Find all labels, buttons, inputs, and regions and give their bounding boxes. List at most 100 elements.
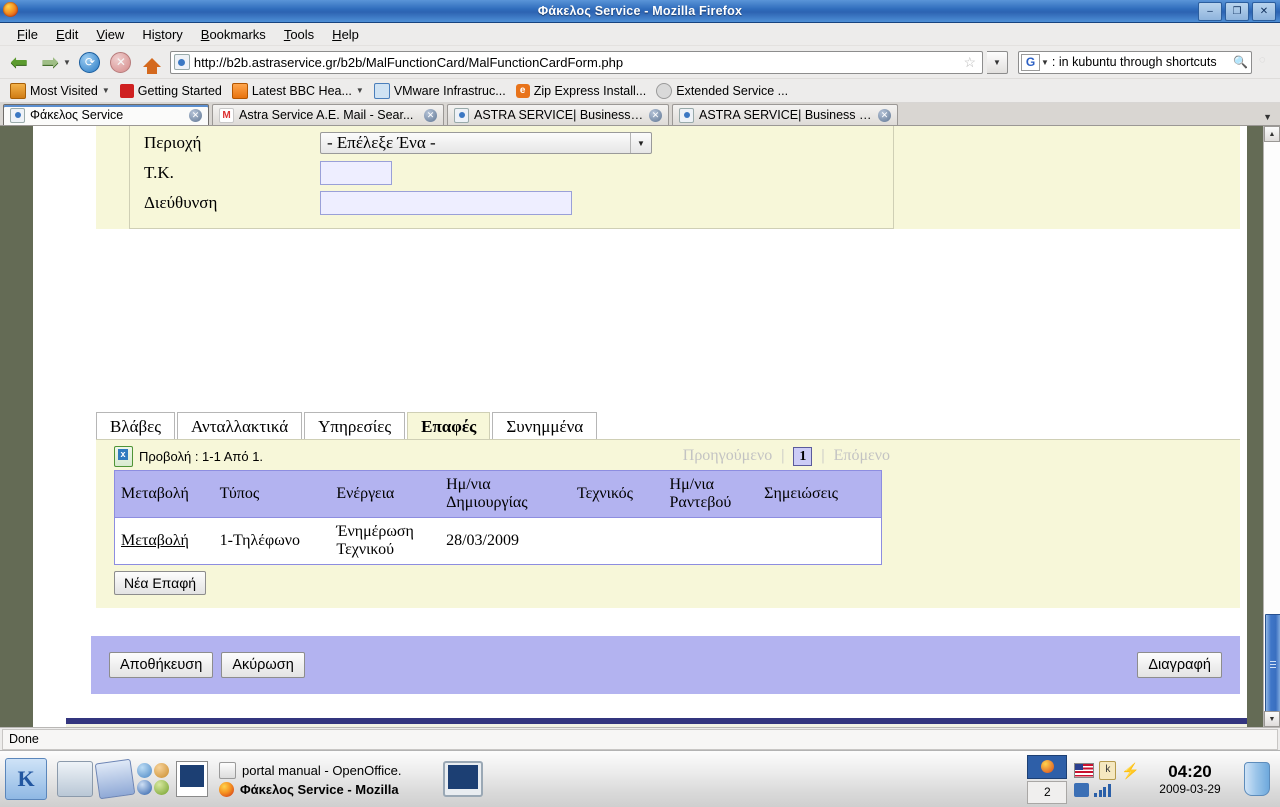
contacts-tab-panel: Προβολή : 1-1 Από 1. Προηγούμενο | 1 | Ε…: [96, 439, 1240, 608]
folder-icon: [10, 82, 26, 99]
search-icon[interactable]: 🔍: [1233, 55, 1248, 69]
col-created: Ημ/νια Δημιουργίας: [440, 470, 571, 518]
forward-arrow-icon: ➡: [41, 50, 59, 74]
minimize-button[interactable]: –: [1198, 2, 1222, 21]
postcode-input[interactable]: [320, 161, 392, 185]
menu-help[interactable]: Help: [323, 25, 368, 44]
globe-icon: [656, 82, 673, 99]
menu-history[interactable]: History: [133, 25, 191, 44]
cancel-button[interactable]: Ακύρωση: [221, 652, 305, 678]
tab-antallaktika[interactable]: Ανταλλακτικά: [177, 412, 303, 440]
network-icon[interactable]: [1094, 783, 1111, 797]
trash-icon[interactable]: [1244, 762, 1270, 796]
close-icon[interactable]: ✕: [649, 108, 662, 122]
bookmark-getting-started[interactable]: Getting Started: [118, 83, 228, 99]
menu-view[interactable]: View: [87, 25, 133, 44]
tray-icons: k ⚡: [1074, 761, 1140, 797]
reload-button[interactable]: ⟳: [76, 49, 104, 75]
volume-icon[interactable]: [1074, 783, 1090, 797]
area-select[interactable]: - Επέλεξε Ένα - ▼: [320, 132, 652, 154]
chevron-down-icon[interactable]: ▼: [1041, 58, 1049, 67]
bookmark-zip-express[interactable]: e Zip Express Install...: [514, 83, 653, 99]
desktop-pager[interactable]: 2: [1027, 754, 1068, 804]
computer-icon[interactable]: [57, 761, 93, 797]
list-summary: Προβολή : 1-1 Από 1.: [139, 448, 264, 464]
pagination-next[interactable]: Επόμενο: [834, 447, 890, 465]
scrollbar-track[interactable]: [1264, 142, 1280, 716]
tab-epafes[interactable]: Επαφές: [407, 412, 491, 440]
desktop-2-button[interactable]: 2: [1027, 780, 1068, 804]
page-scrollbar[interactable]: ▲ ▼: [1263, 126, 1280, 727]
bookmark-label: Latest BBC Hea...: [251, 83, 352, 98]
openoffice-icon: [219, 761, 236, 779]
tab-synimmena[interactable]: Συνημμένα: [492, 412, 598, 440]
label-area: Περιοχή: [144, 133, 202, 152]
stop-button[interactable]: ✕: [107, 49, 135, 75]
address-bar[interactable]: http://b2b.astraservice.gr/b2b/MalFuncti…: [169, 50, 983, 74]
excel-export-icon[interactable]: [114, 445, 133, 467]
menu-tools[interactable]: Tools: [275, 25, 323, 44]
field-row-postcode: Τ.Κ.: [130, 158, 893, 188]
pagination-previous[interactable]: Προηγούμενο: [683, 447, 772, 465]
browser-tab-4[interactable]: ASTRA SERVICE| Business to ... ✕: [672, 104, 898, 125]
address-input[interactable]: [320, 191, 572, 215]
delete-button[interactable]: Διαγραφή: [1137, 652, 1222, 678]
bookmark-most-visited[interactable]: Most Visited ▼: [8, 82, 116, 100]
terminal-window-icon[interactable]: [443, 761, 483, 797]
edit-link[interactable]: Μεταβολή: [121, 532, 189, 549]
close-icon[interactable]: ✕: [878, 108, 891, 122]
chevron-down-icon[interactable]: ▼: [356, 86, 364, 95]
restore-button[interactable]: ❐: [1225, 2, 1249, 21]
tab-vlaves[interactable]: Βλάβες: [96, 412, 176, 440]
forward-button[interactable]: ➡: [36, 49, 64, 75]
clock[interactable]: 04:20 2009-03-29: [1147, 762, 1233, 797]
bookmark-latest-bbc[interactable]: Latest BBC Hea... ▼: [230, 82, 370, 100]
scroll-down-button[interactable]: ▼: [1264, 711, 1280, 727]
terminal-icon[interactable]: [175, 761, 209, 797]
bookmark-extended-service[interactable]: Extended Service ...: [654, 82, 794, 100]
search-input[interactable]: : in kubuntu through shortcuts: [1052, 55, 1233, 69]
address-dropdown-button[interactable]: ▼: [987, 50, 1008, 74]
col-type: Τύπος: [213, 470, 331, 518]
battery-icon[interactable]: ⚡: [1121, 762, 1140, 780]
browser-tab-2[interactable]: M Astra Service A.E. Mail - Sear... ✕: [212, 104, 444, 125]
clock-time: 04:20: [1168, 761, 1212, 781]
chevron-down-icon[interactable]: ▼: [63, 58, 71, 67]
bookmark-vmware[interactable]: VMware Infrastruc...: [372, 82, 512, 100]
vmware-icon: [373, 82, 390, 99]
menu-bookmarks[interactable]: Bookmarks: [192, 25, 275, 44]
close-icon[interactable]: ✕: [424, 108, 437, 122]
chevron-down-icon[interactable]: ▼: [102, 86, 110, 95]
close-button[interactable]: ✕: [1252, 2, 1276, 21]
table-row[interactable]: Μεταβολή 1-Τηλέφωνο Ένημέρωση Τεχνικού 2…: [113, 517, 883, 565]
bookmark-star-icon[interactable]: ☆: [963, 54, 976, 71]
chevron-down-icon[interactable]: ▼: [630, 133, 651, 153]
scrollbar-thumb[interactable]: [1265, 614, 1280, 716]
scroll-up-button[interactable]: ▲: [1264, 126, 1280, 142]
pagination-current-page[interactable]: 1: [793, 446, 813, 466]
browser-tab-1[interactable]: Φάκελος Service ✕: [3, 104, 209, 125]
task-firefox[interactable]: Φάκελος Service - Mozilla: [219, 781, 437, 797]
back-button[interactable]: ⬅: [5, 49, 33, 75]
search-engine-icon[interactable]: G: [1021, 53, 1040, 71]
close-icon[interactable]: ✕: [189, 108, 202, 122]
new-contact-button[interactable]: Νέα Επαφή: [114, 571, 207, 595]
search-bar[interactable]: G ▼ : in kubuntu through shortcuts 🔍: [1018, 50, 1252, 74]
cell-notes: [758, 517, 883, 565]
editor-icon[interactable]: [94, 758, 136, 800]
address-fieldset: Περιοχή - Επέλεξε Ένα - ▼ Τ.Κ. Διεύθυνση: [129, 126, 894, 229]
keyboard-layout-icon[interactable]: [1074, 763, 1095, 778]
save-button[interactable]: Αποθήκευση: [109, 652, 214, 678]
kmenu-button[interactable]: K: [5, 758, 47, 800]
desktop-1-button[interactable]: [1027, 754, 1068, 779]
menu-edit[interactable]: Edit: [47, 25, 87, 44]
tab-overflow-icon[interactable]: ▼: [1263, 112, 1272, 122]
klipper-icon[interactable]: k: [1099, 761, 1117, 780]
task-openoffice[interactable]: portal manual - OpenOffice.: [219, 761, 437, 779]
home-button[interactable]: [138, 49, 166, 75]
apps-icon[interactable]: [137, 762, 171, 796]
col-notes: Σημειώσεις: [758, 470, 883, 518]
browser-tab-3[interactable]: ASTRA SERVICE| Business to ... ✕: [447, 104, 669, 125]
menu-file[interactable]: File: [8, 25, 47, 44]
tab-ypiresies[interactable]: Υπηρεσίες: [304, 412, 406, 440]
